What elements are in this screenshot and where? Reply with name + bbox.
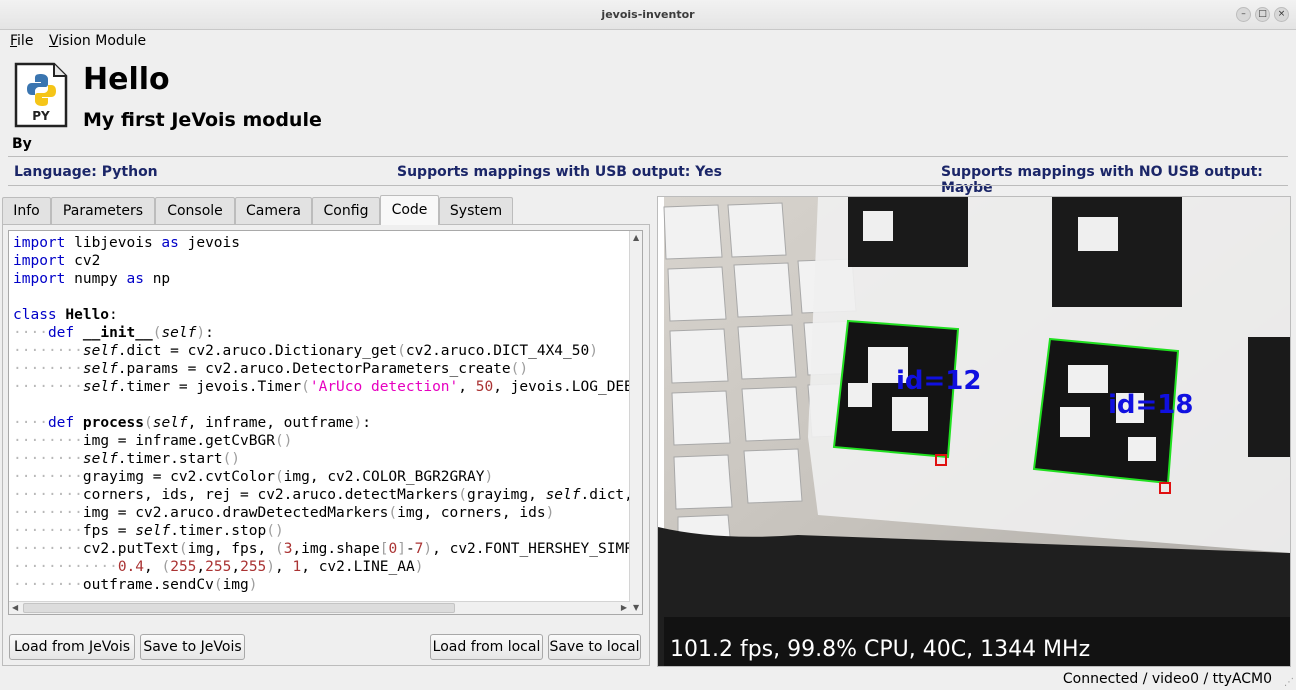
code-line: ········self.dict = cv2.aruco.Dictionary…: [13, 343, 598, 359]
fps-overlay: 101.2 fps, 99.8% CPU, 40C, 1344 MHz: [670, 637, 1090, 662]
no-usb-output-info: Supports mappings with NO USB output: Ma…: [941, 164, 1263, 196]
title-bar: jevois-inventor – □ ×: [0, 0, 1296, 30]
menu-file[interactable]: File: [10, 33, 33, 49]
code-line: ········self.timer.start(): [13, 451, 241, 467]
module-description: My first JeVois module: [83, 109, 322, 131]
load-from-local-button[interactable]: Load from local: [430, 634, 543, 660]
camera-frame: id=12 id=18 101.2 fps, 99.8% CPU, 40C, 1…: [658, 197, 1290, 666]
code-line: ········img = cv2.aruco.drawDetectedMark…: [13, 505, 555, 521]
tab-console[interactable]: Console: [155, 197, 235, 224]
save-to-local-button[interactable]: Save to local: [548, 634, 641, 660]
marker-label: id=18: [1108, 390, 1194, 420]
code-line: ············0.4, (255,255,255), 1, cv2.L…: [13, 559, 424, 575]
code-line: class Hello:: [13, 307, 118, 323]
code-line: ········cv2.putText(img, fps, (3,img.sha…: [13, 541, 631, 557]
vertical-scrollbar[interactable]: ▲ ▼: [629, 231, 642, 614]
tab-camera[interactable]: Camera: [235, 197, 312, 224]
code-line: ········self.timer = jevois.Timer('ArUco…: [13, 379, 631, 395]
tab-info[interactable]: Info: [2, 197, 51, 224]
code-line: ········self.params = cv2.aruco.Detector…: [13, 361, 529, 377]
code-line: import libjevois as jevois: [13, 235, 240, 251]
code-line: ········outframe.sendCv(img): [13, 577, 258, 593]
camera-view: id=12 id=18 101.2 fps, 99.8% CPU, 40C, 1…: [657, 196, 1291, 667]
tab-config[interactable]: Config: [312, 197, 380, 224]
python-file-icon: PY: [14, 62, 68, 128]
scroll-left-icon[interactable]: ◀: [12, 603, 18, 612]
icon-label: PY: [32, 109, 50, 123]
code-line: ········corners, ids, rej = cv2.aruco.de…: [13, 487, 631, 503]
code-line: ····def __init__(self):: [13, 325, 214, 341]
marker-label: id=12: [896, 366, 982, 396]
language-info: Language: Python: [14, 164, 158, 180]
scroll-up-icon[interactable]: ▲: [633, 233, 639, 242]
code-line: ········grayimg = cv2.cvtColor(img, cv2.…: [13, 469, 494, 485]
tab-system[interactable]: System: [439, 197, 513, 224]
close-button[interactable]: ×: [1274, 7, 1289, 22]
code-editor[interactable]: import libjevois as jevois import cv2 impo…: [8, 230, 643, 615]
menu-bar: File Vision Module: [0, 31, 1296, 52]
divider: [8, 156, 1288, 157]
scroll-down-icon[interactable]: ▼: [633, 603, 639, 612]
window-title: jevois-inventor: [601, 8, 695, 21]
code-line: ········img = inframe.getCvBGR(): [13, 433, 293, 449]
module-name: Hello: [83, 62, 170, 97]
module-author: By: [12, 136, 32, 152]
scrollbar-thumb[interactable]: [23, 603, 455, 613]
load-from-jevois-button[interactable]: Load from JeVois: [9, 634, 135, 660]
scroll-right-icon[interactable]: ▶: [621, 603, 627, 612]
horizontal-scrollbar[interactable]: ◀ ▶: [9, 601, 630, 614]
code-line: import numpy as np: [13, 271, 171, 287]
code-line: ········fps = self.timer.stop(): [13, 523, 284, 539]
save-to-jevois-button[interactable]: Save to JeVois: [140, 634, 245, 660]
code-line: ····def process(self, inframe, outframe)…: [13, 415, 371, 431]
connection-status: Connected / video0 / ttyACM0: [1062, 671, 1272, 687]
tab-code[interactable]: Code: [380, 195, 439, 225]
divider: [8, 185, 1288, 186]
resize-grip-icon[interactable]: ⋰: [1284, 677, 1294, 688]
minimize-button[interactable]: –: [1236, 7, 1251, 22]
code-line: import cv2: [13, 253, 101, 269]
maximize-button[interactable]: □: [1255, 7, 1270, 22]
code-text[interactable]: import libjevois as jevois import cv2 impo…: [13, 234, 631, 594]
menu-vision-module[interactable]: Vision Module: [49, 33, 146, 49]
tab-parameters[interactable]: Parameters: [51, 197, 155, 224]
usb-output-info: Supports mappings with USB output: Yes: [397, 164, 722, 180]
